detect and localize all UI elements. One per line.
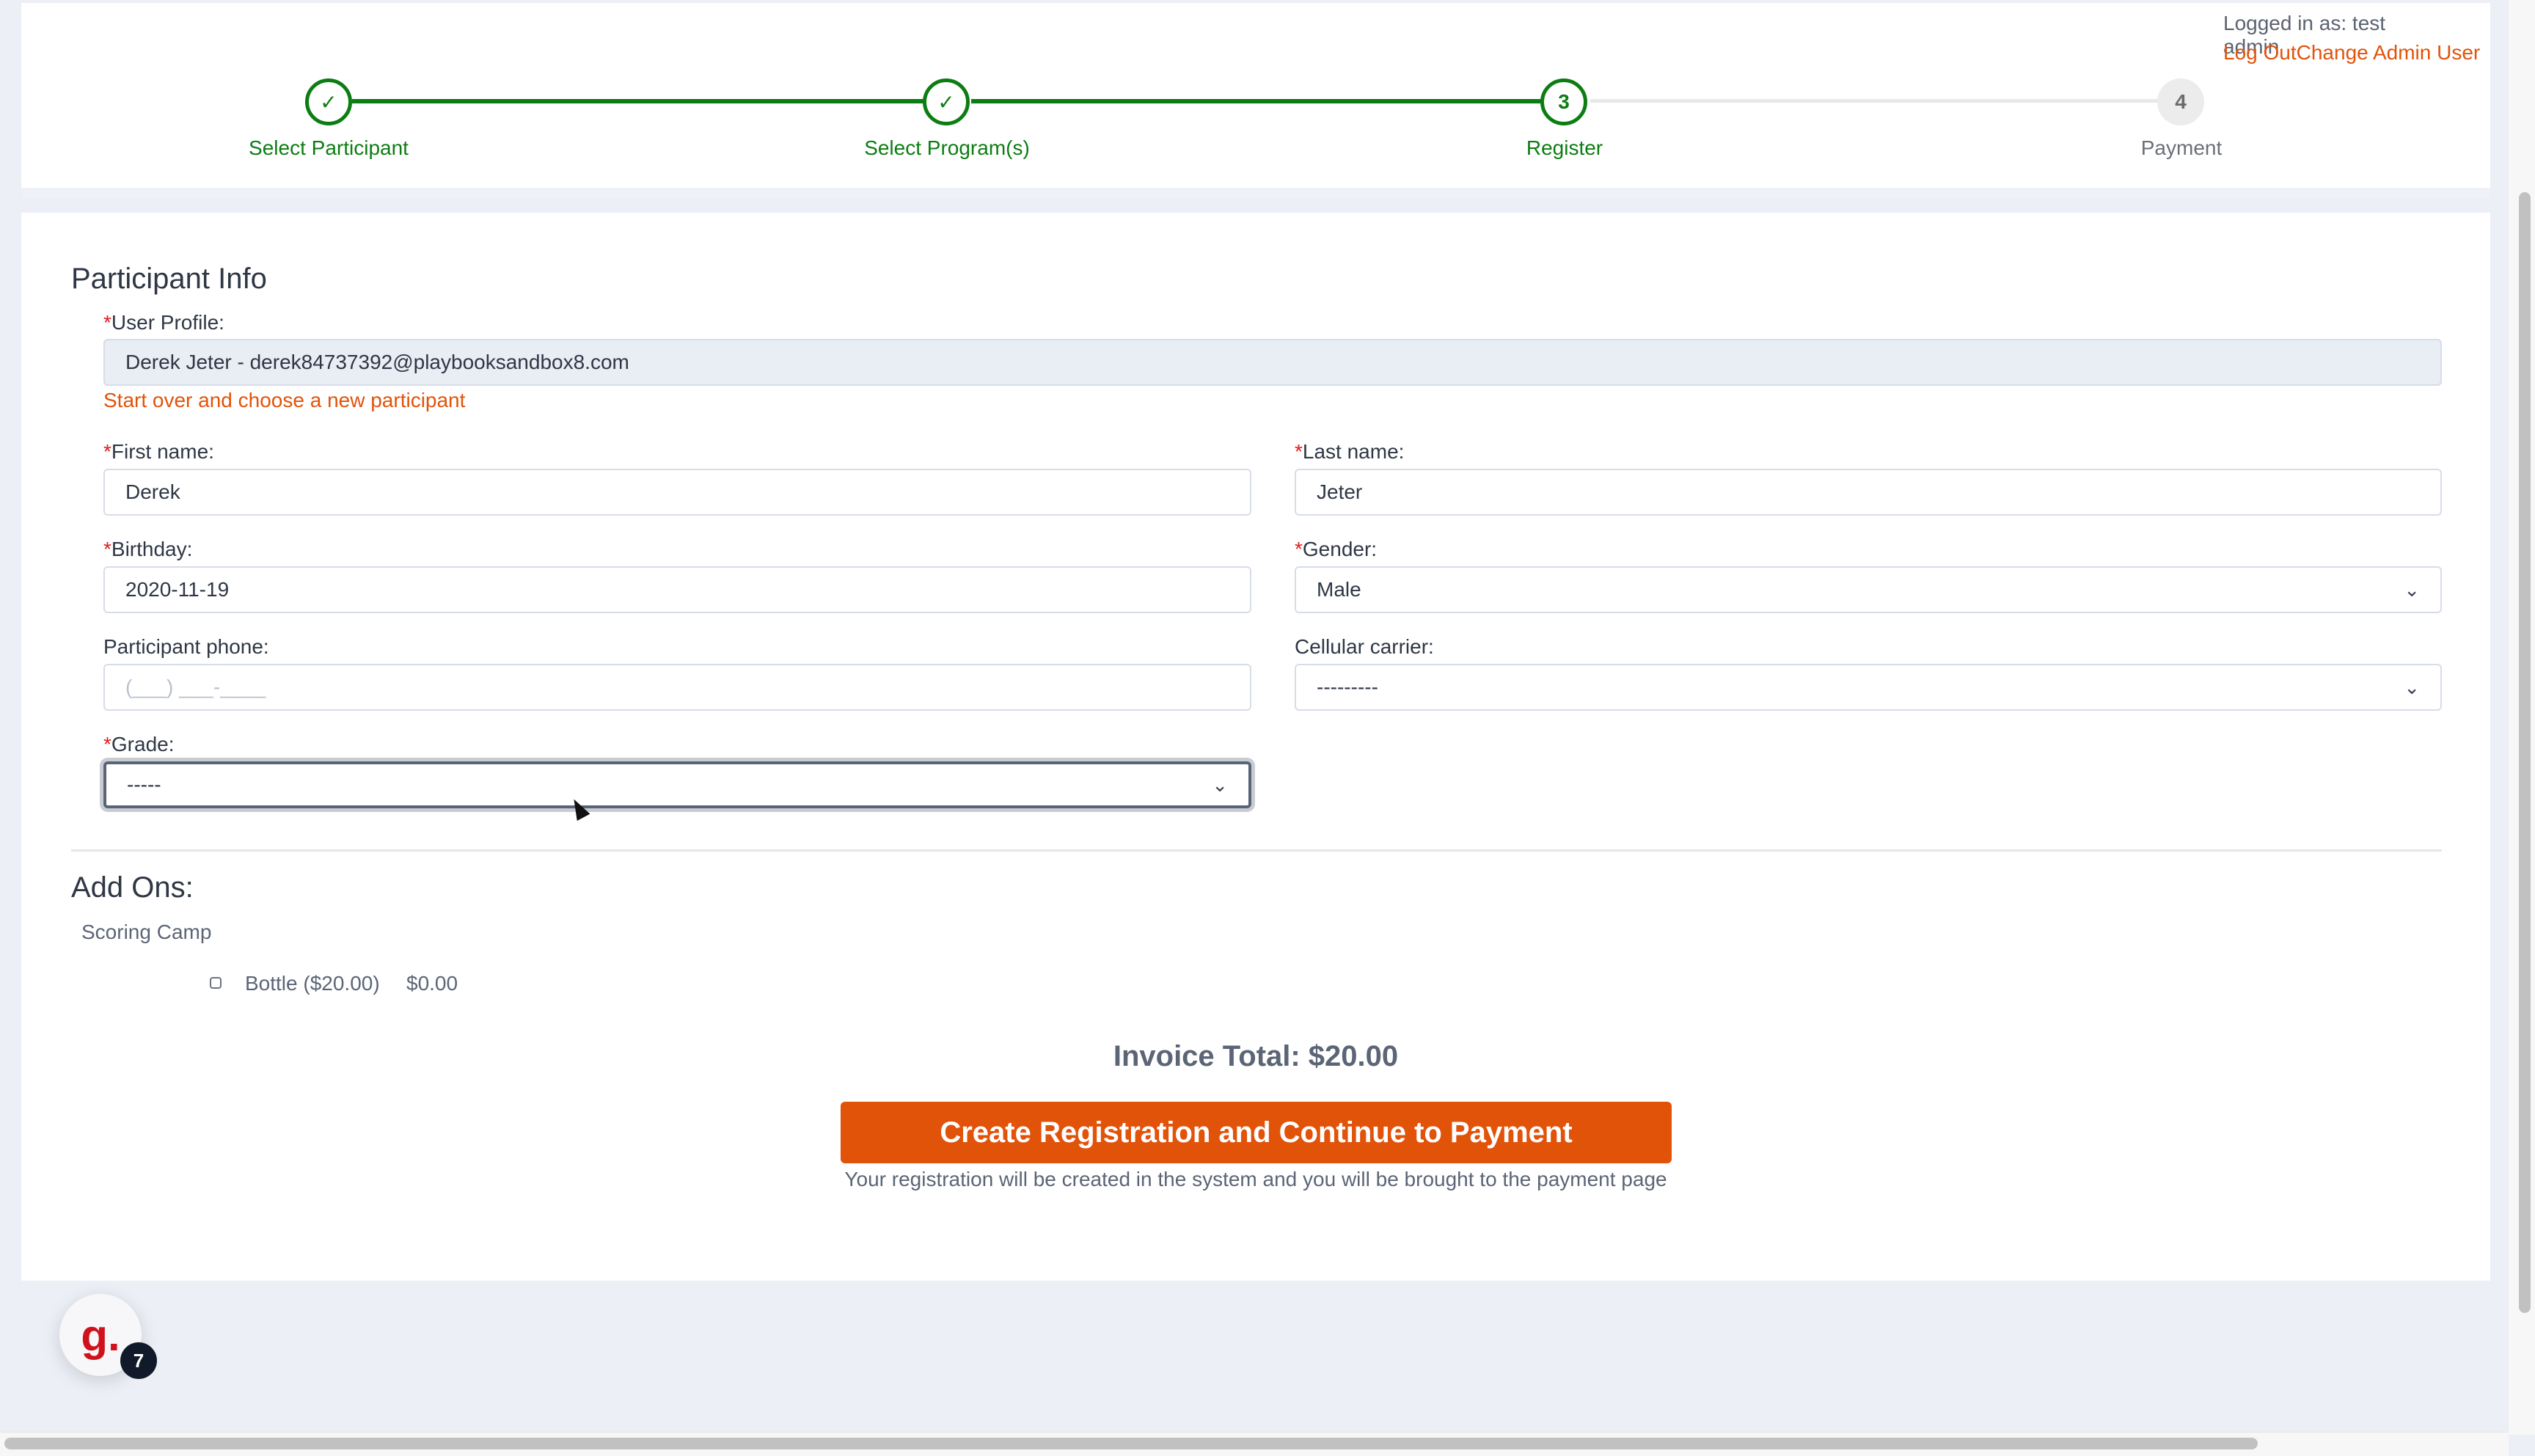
create-registration-button[interactable]: Create Registration and Continue to Paym… xyxy=(841,1102,1672,1163)
section-separator xyxy=(21,188,2490,198)
step-3-number: 3 xyxy=(1558,90,1570,113)
user-profile-label: *User Profile: xyxy=(103,311,224,334)
horizontal-scrollbar-thumb[interactable] xyxy=(4,1438,2258,1449)
chevron-down-icon: ⌄ xyxy=(2404,676,2420,698)
check-icon: ✓ xyxy=(320,90,337,114)
change-admin-user-link[interactable]: Change Admin User xyxy=(2297,41,2481,64)
registration-note: Your registration will be created in the… xyxy=(844,1168,1667,1190)
step-4-number: 4 xyxy=(2175,90,2187,113)
vertical-scrollbar-thumb[interactable] xyxy=(2519,192,2531,1313)
check-icon: ✓ xyxy=(937,90,955,114)
last-name-input[interactable]: Jeter xyxy=(1295,469,2442,516)
stepper-connector-2 xyxy=(971,99,1543,103)
add-on-bottle-label: Bottle ($20.00) xyxy=(245,972,380,995)
step-3-label: Register xyxy=(1526,136,1603,159)
logout-link[interactable]: Log Out xyxy=(2223,41,2297,64)
first-name-label: *First name: xyxy=(103,440,214,463)
participant-info-title: Participant Info xyxy=(71,263,267,295)
last-name-label: *Last name: xyxy=(1295,440,1405,463)
grade-select[interactable]: ----- ⌄ xyxy=(103,761,1251,808)
user-profile-value: Derek Jeter - derek84737392@playbooksand… xyxy=(125,351,629,373)
gender-label: *Gender: xyxy=(1295,538,1378,560)
chevron-down-icon: ⌄ xyxy=(2404,578,2420,601)
chevron-down-icon: ⌄ xyxy=(1212,773,1228,796)
cellular-carrier-label: Cellular carrier: xyxy=(1295,635,1434,658)
notification-badge: 7 xyxy=(120,1342,157,1379)
add-on-bottle-amount: $0.00 xyxy=(406,972,458,995)
participant-phone-input[interactable]: (___) ___-____ xyxy=(103,664,1251,711)
first-name-input[interactable]: Derek xyxy=(103,469,1251,516)
step-1-circle[interactable]: ✓ xyxy=(305,78,352,125)
account-links: Log OutChange Admin User xyxy=(2223,41,2480,65)
add-ons-title: Add Ons: xyxy=(71,871,194,904)
step-4-circle: 4 xyxy=(2157,78,2204,125)
cellular-carrier-select[interactable]: --------- ⌄ xyxy=(1295,664,2442,711)
section-divider xyxy=(71,849,2442,852)
start-over-link[interactable]: Start over and choose a new participant xyxy=(103,389,465,412)
step-4-label: Payment xyxy=(2140,136,2223,159)
birthday-label: *Birthday: xyxy=(103,538,193,560)
invoice-total: Invoice Total: $20.00 xyxy=(1113,1040,1399,1072)
gender-select[interactable]: Male ⌄ xyxy=(1295,566,2442,613)
stepper-connector-3 xyxy=(1590,99,2158,103)
user-profile-field: Derek Jeter - derek84737392@playbooksand… xyxy=(103,339,2442,386)
step-2-circle[interactable]: ✓ xyxy=(923,78,970,125)
add-on-program-name: Scoring Camp xyxy=(81,921,212,943)
step-2-label[interactable]: Select Program(s) xyxy=(800,136,1094,160)
step-3-circle: 3 xyxy=(1540,78,1587,125)
stepper-connector-1 xyxy=(352,99,948,103)
add-on-bottle-checkbox[interactable] xyxy=(210,977,222,989)
grade-label: *Grade: xyxy=(103,733,175,756)
widget-logo-icon: g. xyxy=(81,1310,120,1360)
birthday-input[interactable]: 2020-11-19 xyxy=(103,566,1251,613)
stepper-card xyxy=(21,3,2490,188)
required-mark: * xyxy=(103,311,111,334)
participant-phone-label: Participant phone: xyxy=(103,635,269,658)
step-1-label[interactable]: Select Participant xyxy=(182,136,475,160)
